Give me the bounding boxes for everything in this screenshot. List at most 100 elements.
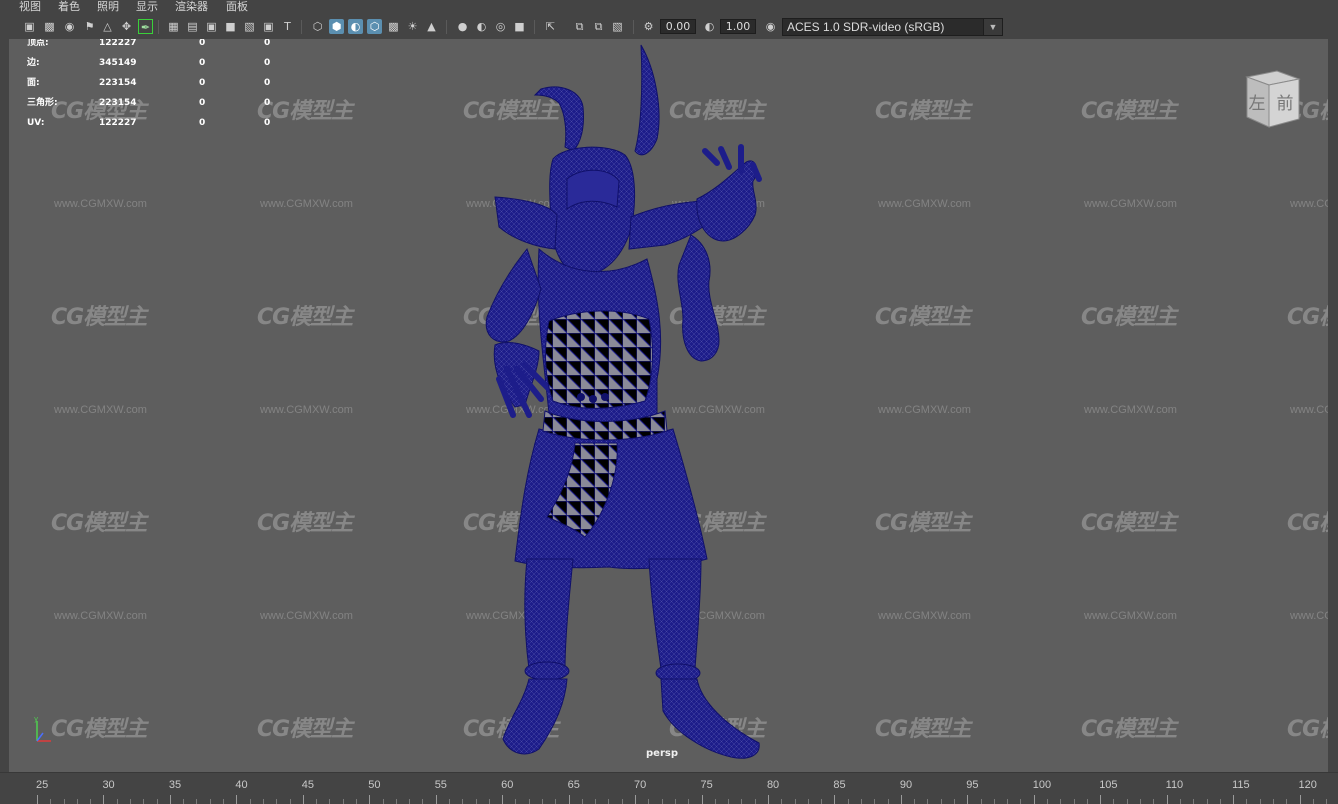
- hud-label: 边:: [27, 58, 40, 68]
- hud-label: 顶点:: [27, 39, 49, 48]
- watermark-logo: CG模型主: [1081, 99, 1177, 124]
- depth-of-field-icon[interactable]: ■: [512, 19, 527, 34]
- watermark-logo: CG模型主: [51, 717, 147, 742]
- hud-value: 0: [199, 39, 206, 48]
- wireframe-on-shaded-icon[interactable]: ◐: [348, 19, 363, 34]
- timeline-tick-label: 70: [634, 779, 647, 791]
- bookmark-icon[interactable]: ⚑: [82, 19, 97, 34]
- watermark-logo: CG模型主: [1287, 511, 1328, 536]
- wireframe-icon[interactable]: ⬡: [310, 19, 325, 34]
- time-slider[interactable]: 25 30 35 40 45 50 55 60 65 70 75 80 85 90 95 100 105 110 1…: [0, 772, 1338, 804]
- smooth-shade-icon[interactable]: ⬢: [329, 19, 344, 34]
- timeline-tick-label: 100: [1032, 779, 1052, 791]
- menu-lighting[interactable]: 照明: [97, 0, 119, 14]
- timeline-minor-tick: [1086, 799, 1088, 804]
- timeline-tick-label: 40: [235, 779, 248, 791]
- exposure-icon[interactable]: ⚙: [641, 19, 656, 34]
- menu-show[interactable]: 显示: [136, 0, 158, 14]
- grease-pencil-icon[interactable]: ✒: [138, 19, 153, 34]
- timeline-minor-tick: [196, 799, 198, 804]
- hud-value: 0: [264, 118, 271, 128]
- safe-title-icon[interactable]: T: [280, 19, 295, 34]
- timeline-tick-label: 60: [501, 779, 514, 791]
- field-chart-icon[interactable]: ▧: [242, 19, 257, 34]
- watermark-url: www.CGMXW.com: [260, 404, 353, 416]
- timeline-minor-tick: [1312, 799, 1314, 804]
- isolate-select-icon[interactable]: ⇱: [543, 19, 558, 34]
- axis-gizmo: y: [34, 715, 51, 742]
- anti-aliasing-icon[interactable]: ◎: [493, 19, 508, 34]
- timeline-minor-tick: [993, 799, 995, 804]
- menu-panels[interactable]: 面板: [226, 0, 248, 14]
- exposure-field[interactable]: 0.00: [660, 19, 696, 34]
- menu-view[interactable]: 视图: [19, 0, 41, 14]
- timeline-minor-tick: [595, 799, 597, 804]
- color-space-dropdown[interactable]: ACES 1.0 SDR-video (sRGB) ▼: [782, 18, 1003, 36]
- viewport-persp[interactable]: CG模型主 www.CGMXW.com CG模型主 www.CGMXW.com CG模型…: [9, 39, 1328, 772]
- timeline-minor-tick: [874, 799, 876, 804]
- timeline-minor-tick: [1047, 799, 1049, 804]
- menu-shading[interactable]: 着色: [58, 0, 80, 14]
- hud-value: 122227: [99, 39, 137, 48]
- timeline-minor-tick: [661, 799, 663, 804]
- watermark-url: www.CGMXW.com: [54, 610, 147, 622]
- timeline-minor-tick: [781, 799, 783, 804]
- timeline-minor-tick: [741, 799, 743, 804]
- gamma-field[interactable]: 1.00: [720, 19, 756, 34]
- gamma-icon[interactable]: ◐: [702, 19, 717, 34]
- viewport-left-border: [0, 39, 9, 772]
- resolution-gate-icon[interactable]: ▣: [204, 19, 219, 34]
- image-plane-icon[interactable]: △: [100, 19, 115, 34]
- textured-icon[interactable]: ▩: [386, 19, 401, 34]
- screen-space-ao-icon[interactable]: ●: [455, 19, 470, 34]
- timeline-minor-tick: [528, 799, 530, 804]
- camera-label: persp: [646, 748, 678, 759]
- view-cube[interactable]: 左 前: [1237, 67, 1305, 133]
- chevron-down-icon[interactable]: ▼: [983, 19, 1002, 35]
- timeline-tick-label: 105: [1099, 779, 1118, 791]
- camera-lock-icon[interactable]: ▩: [42, 19, 57, 34]
- timeline-minor-tick: [728, 799, 730, 804]
- film-gate-icon[interactable]: ▤: [185, 19, 200, 34]
- watermark-logo: CG模型主: [875, 305, 971, 330]
- timeline-minor-tick: [462, 799, 464, 804]
- timeline-tick-label: 75: [700, 779, 713, 791]
- lighting-icon[interactable]: ☀: [405, 19, 420, 34]
- hud-value: 223154: [99, 78, 137, 88]
- color-management-icon[interactable]: ◉: [763, 19, 778, 34]
- shadows-icon[interactable]: ▲: [424, 19, 439, 34]
- timeline-minor-tick: [1246, 799, 1248, 804]
- hud-value: 0: [199, 78, 206, 88]
- timeline-minor-tick: [448, 799, 450, 804]
- timeline-minor-tick: [316, 799, 318, 804]
- timeline-minor-tick: [940, 799, 942, 804]
- hud-label: 面:: [27, 78, 40, 88]
- timeline-minor-tick: [1286, 799, 1288, 804]
- timeline-minor-tick: [262, 799, 264, 804]
- timeline-minor-tick: [714, 799, 716, 804]
- safe-action-icon[interactable]: ▣: [261, 19, 276, 34]
- 2d-pan-zoom-icon[interactable]: ✥: [119, 19, 134, 34]
- backface-culling-icon[interactable]: ▧: [610, 19, 625, 34]
- grid-icon[interactable]: ▦: [166, 19, 181, 34]
- timeline-minor-tick: [515, 799, 517, 804]
- timeline-minor-tick: [1326, 799, 1328, 804]
- xray-joints-icon[interactable]: ⧉: [591, 19, 606, 34]
- menu-renderer[interactable]: 渲染器: [175, 0, 208, 14]
- motion-blur-icon[interactable]: ◐: [474, 19, 489, 34]
- timeline-minor-tick: [674, 799, 676, 804]
- timeline-minor-tick: [289, 799, 291, 804]
- camera-attributes-icon[interactable]: ◉: [62, 19, 77, 34]
- camera-select-icon[interactable]: ▣: [22, 19, 37, 34]
- timeline-tick-label: 80: [766, 779, 780, 791]
- flat-shade-icon[interactable]: ⬡: [367, 19, 382, 34]
- character-wireframe-mesh[interactable]: [469, 39, 789, 772]
- panel-menu-bar: 视图 着色 照明 显示 渲染器 面板: [0, 0, 1338, 14]
- timeline-minor-tick: [555, 799, 557, 804]
- gate-mask-icon[interactable]: ■: [223, 19, 238, 34]
- watermark-logo: CG模型主: [51, 511, 147, 536]
- watermark-url: www.CGMXW.com: [260, 198, 353, 210]
- xray-icon[interactable]: ⧉: [572, 19, 587, 34]
- watermark-url: www.CGMXW.com: [54, 198, 147, 210]
- timeline-minor-tick: [342, 799, 344, 804]
